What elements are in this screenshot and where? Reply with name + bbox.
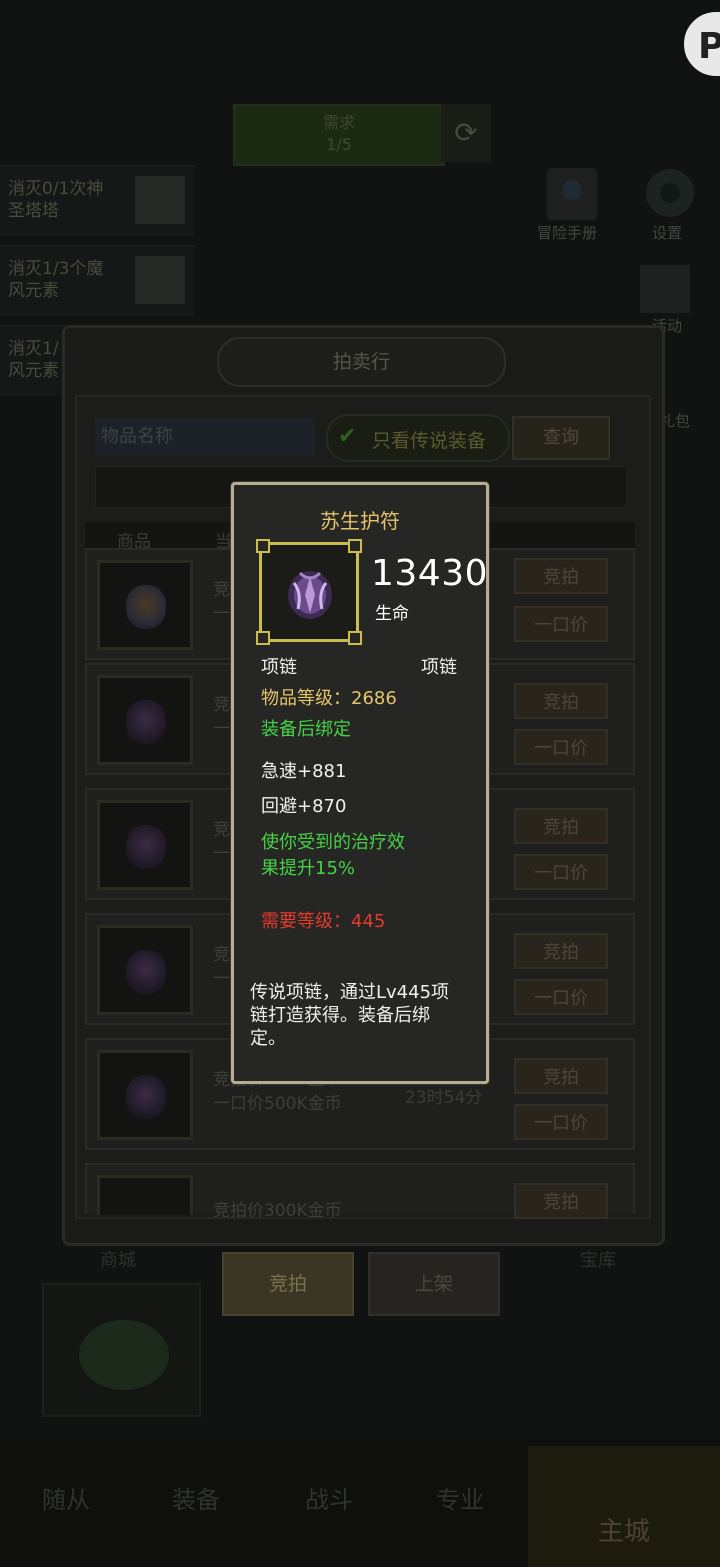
bid-button[interactable]: 竞拍 [514, 683, 608, 719]
stat-label: 生命 [375, 604, 409, 624]
quest-item[interactable]: 消灭0/1次神 圣塔塔 [0, 165, 195, 236]
item-icon[interactable] [97, 675, 193, 765]
stat-haste: 急速+881 [261, 761, 347, 782]
slot-type-right: 项链 [421, 657, 457, 678]
item-icon-frame [256, 539, 362, 645]
description-line3: 定。 [250, 1028, 286, 1049]
top-banner-line1: 需求 [322, 113, 355, 132]
checkmark-icon: ✔ [338, 424, 357, 449]
bid-button[interactable]: 竞拍 [514, 1183, 608, 1219]
quest-item[interactable]: 消灭1/3个魔 风元素 [0, 245, 195, 316]
nav-battle[interactable]: 战斗 [305, 1480, 353, 1515]
tab-list[interactable]: 上架 [368, 1252, 500, 1316]
item-tooltip: 苏生护符 13430 生命 项链 项链 物品等级：2686 装备后绑定 急速+8… [231, 482, 489, 1084]
quest-line2: 风元素 [8, 281, 59, 301]
item-icon[interactable] [97, 1175, 193, 1215]
query-button[interactable]: 查询 [512, 416, 610, 460]
buyout-button[interactable]: 一口价 [514, 729, 608, 765]
nav-profession[interactable]: 专业 [436, 1480, 484, 1515]
required-level: 需要等级：445 [261, 911, 386, 932]
item-icon[interactable] [97, 925, 193, 1015]
shop-label: 商城 [100, 1250, 136, 1271]
slot-type: 项链 [261, 657, 297, 678]
pet-portrait[interactable] [42, 1283, 201, 1417]
auction-row[interactable]: 竞拍价300K金币 竞拍 [85, 1163, 635, 1221]
effect-line1: 使你受到的治疗效 [261, 832, 405, 853]
quest-go-button[interactable] [135, 256, 185, 304]
bid-button[interactable]: 竞拍 [514, 933, 608, 969]
bid-price: 竞 [213, 580, 230, 600]
quest-line1: 消灭0/1次神 [8, 179, 104, 199]
item-icon[interactable] [97, 800, 193, 890]
item-level: 物品等级：2686 [261, 688, 397, 709]
stat-value: 13430 [371, 553, 489, 594]
book-icon[interactable] [537, 160, 607, 230]
amulet-icon [288, 571, 332, 619]
gear-icon[interactable] [635, 158, 705, 228]
tab-bid[interactable]: 竞拍 [222, 1252, 354, 1316]
bind-type: 装备后绑定 [261, 719, 351, 740]
auction-title: 拍卖行 [217, 337, 506, 387]
nav-main-city-label: 主城 [598, 1517, 651, 1547]
effect-line2: 果提升15% [261, 858, 356, 879]
item-search-input[interactable]: 物品名称 [95, 418, 315, 456]
quest-line1: 消灭1/3个魔 [8, 259, 104, 279]
legend-only-toggle[interactable]: ✔ 只看传说装备 [326, 414, 510, 462]
nav-main-city[interactable]: 主城 [528, 1446, 720, 1567]
bid-button[interactable]: 竞拍 [514, 558, 608, 594]
quest-go-button[interactable] [135, 176, 185, 224]
bid-price: 竞拍价300K金币 [213, 1201, 342, 1221]
buyout-price: 一 [213, 719, 230, 739]
bid-price: 竞 [213, 695, 230, 715]
time-remaining: 23时54分 [405, 1088, 483, 1108]
nav-followers[interactable]: 随从 [42, 1480, 90, 1515]
buyout-price: 一 [213, 604, 230, 624]
legend-only-label: 只看传说装备 [372, 430, 487, 452]
stat-dodge: 回避+870 [261, 796, 347, 817]
item-icon[interactable] [97, 1050, 193, 1140]
buyout-button[interactable]: 一口价 [514, 854, 608, 890]
buyout-button[interactable]: 一口价 [514, 606, 608, 642]
bid-button[interactable]: 竞拍 [514, 1058, 608, 1094]
bid-button[interactable]: 竞拍 [514, 808, 608, 844]
item-name: 苏生护符 [320, 509, 400, 533]
side-label-settings: 设置 [652, 224, 683, 242]
buyout-price: 一口价500K金币 [213, 1094, 342, 1114]
item-icon[interactable] [97, 560, 193, 650]
side-label-book: 冒险手册 [537, 224, 598, 242]
vault-label: 宝库 [580, 1250, 616, 1271]
top-banner-line2: 1/5 [326, 135, 352, 154]
buyout-button[interactable]: 一口价 [514, 1104, 608, 1140]
buyout-button[interactable]: 一口价 [514, 979, 608, 1015]
refresh-icon[interactable]: ⟳ [441, 104, 491, 162]
nav-equipment[interactable]: 装备 [172, 1480, 220, 1515]
quest-line2: 圣塔塔 [8, 201, 59, 221]
top-quest-banner[interactable]: 需求 1/5 [233, 104, 445, 166]
